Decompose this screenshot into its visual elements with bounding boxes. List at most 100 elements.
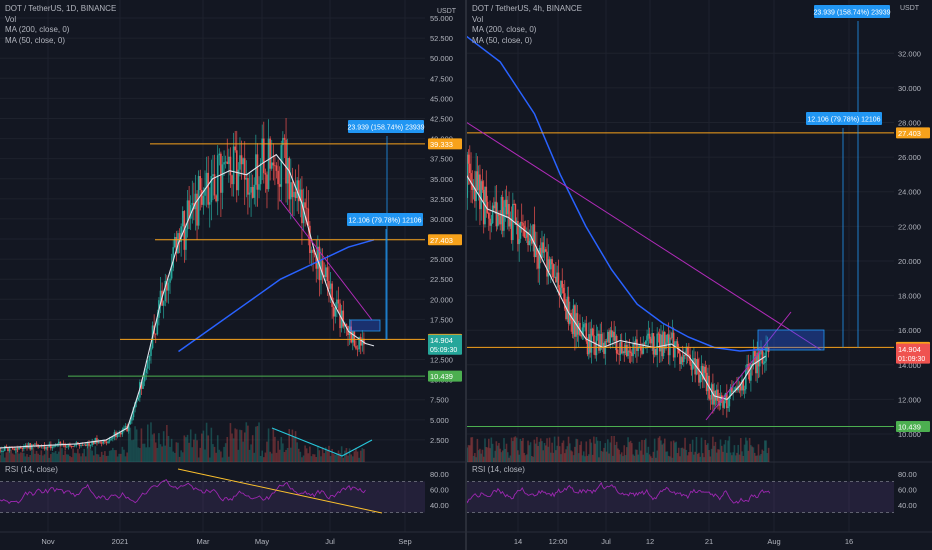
candle-body: [65, 446, 68, 448]
price-tick-label: 42.500: [430, 114, 453, 123]
price-tick-label: 37.500: [430, 155, 453, 164]
volume-bar: [131, 440, 133, 462]
rsi-band: [466, 481, 894, 513]
volume-bar: [301, 457, 303, 462]
volume-bar: [302, 455, 305, 462]
left-vol-label[interactable]: Vol: [5, 15, 116, 26]
candle-body: [270, 162, 273, 169]
time-tick-label: 21: [705, 537, 713, 546]
volume-bar: [342, 457, 345, 462]
entry-zone-box: [757, 329, 825, 351]
chart-workspace: 23.939 (158.74%) 23939 12.106 (79.78%) 12…: [0, 0, 932, 550]
right-vol-label[interactable]: Vol: [472, 15, 582, 26]
volume-bar: [245, 422, 248, 462]
volume-bar: [269, 451, 271, 462]
candle-body: [617, 353, 619, 355]
volume-bar: [315, 456, 318, 462]
volume-bar: [210, 427, 213, 462]
volume-bar: [277, 440, 279, 462]
time-tick-label: 2021: [112, 537, 129, 546]
volume-bar: [213, 446, 216, 462]
volume-bar: [242, 441, 244, 462]
candle-body: [615, 335, 618, 354]
right-symbol-title[interactable]: DOT / TetherUS, 4h, BINANCE: [472, 4, 582, 15]
volume-bar: [124, 456, 127, 462]
candle-body: [283, 137, 286, 140]
candle-body: [110, 438, 113, 440]
candle-body: [142, 381, 144, 389]
pane-divider[interactable]: [465, 0, 467, 550]
volume-bar: [67, 454, 70, 462]
price-label: 10.439: [430, 372, 453, 381]
price-tick-label: 28.000: [898, 119, 921, 128]
candle-body: [544, 249, 547, 252]
candle-body: [54, 445, 57, 447]
candle-body: [167, 282, 170, 291]
volume-bar: [193, 439, 195, 462]
volume-bar: [57, 451, 60, 462]
price-tick-label: 7.500: [430, 396, 449, 405]
candle-body: [229, 156, 232, 176]
candle-body: [243, 158, 246, 180]
candle-body: [72, 446, 74, 448]
candle-body: [490, 223, 493, 226]
left-rsi-label[interactable]: RSI (14, close): [5, 465, 58, 476]
candle-body: [154, 333, 157, 335]
left-ma200-label[interactable]: MA (200, close, 0): [5, 25, 116, 36]
volume-bar: [161, 446, 163, 462]
candle-body: [312, 250, 314, 253]
volume-bar: [288, 429, 291, 462]
volume-bar: [35, 450, 38, 462]
volume-bar: [228, 456, 230, 462]
left-symbol-title[interactable]: DOT / TetherUS, 1D, BINANCE: [5, 4, 116, 15]
volume-bar: [65, 454, 68, 462]
price-label-countdown: 05:09:30: [430, 347, 457, 354]
candle-body: [593, 335, 595, 342]
right-ma200-label[interactable]: MA (200, close, 0): [472, 25, 582, 36]
volume-bar: [45, 447, 47, 462]
volume-bar: [199, 447, 202, 462]
left-ma50-label[interactable]: MA (50, close, 0): [5, 36, 116, 47]
candle-body: [80, 445, 82, 446]
candle-body: [758, 351, 761, 367]
volume-bar: [296, 442, 298, 462]
volume-bar: [282, 443, 284, 462]
price-tick-label: 16.000: [898, 326, 921, 335]
volume-bar: [30, 445, 33, 462]
candle-body: [32, 444, 35, 446]
volume-bar: [205, 422, 208, 462]
rsi-tick-label: 40.00: [898, 501, 917, 510]
price-tick-label: 12.500: [430, 356, 453, 365]
candle-body: [337, 299, 340, 304]
left-chart[interactable]: 23.939 (158.74%) 23939 12.106 (79.78%) 12…: [0, 0, 466, 550]
volume-bar: [340, 446, 343, 462]
volume-bar: [91, 450, 93, 462]
volume-bar: [220, 451, 222, 462]
candle-body: [329, 283, 332, 289]
candle-body: [291, 182, 294, 198]
volume-bar: [275, 452, 278, 462]
volume-bar: [24, 456, 27, 462]
volume-bar: [102, 455, 105, 462]
volume-bar: [86, 446, 89, 462]
candle-body: [727, 406, 729, 409]
candle-body: [107, 441, 109, 444]
volume-bar: [363, 449, 365, 462]
volume-bar: [159, 444, 162, 462]
volume-bar: [3, 457, 6, 462]
right-rsi-label[interactable]: RSI (14, close): [472, 465, 525, 476]
volume-bar: [355, 447, 357, 462]
projection-label: 12.106 (79.78%) 12106: [348, 218, 421, 225]
time-tick-label: Jul: [325, 537, 335, 546]
right-ma50-label[interactable]: MA (50, close, 0): [472, 36, 582, 47]
volume-bar: [204, 449, 206, 462]
candle-body: [145, 368, 147, 373]
volume-bar: [50, 454, 52, 462]
volume-bar: [29, 455, 31, 462]
right-chart[interactable]: 23.939 (158.74%) 23939 12.106 (79.78%) 12…: [466, 0, 932, 550]
volume-bar: [261, 450, 264, 462]
candle-body: [232, 146, 235, 185]
volume-bar: [34, 453, 36, 462]
candle-body: [124, 426, 127, 428]
candle-body: [70, 446, 73, 447]
